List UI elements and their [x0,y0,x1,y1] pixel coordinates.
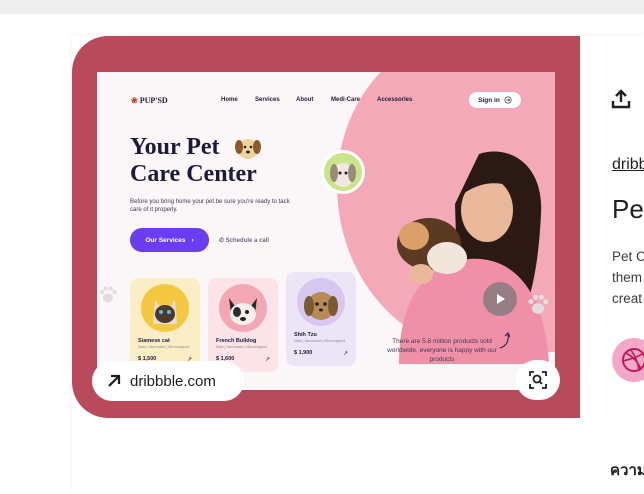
mockup-stat-text: There are 5.8 million products sold worl… [387,338,497,363]
nav-about: About [296,97,314,103]
description-line: creat [612,291,643,306]
nav-services: Services [255,97,280,103]
visual-search-button[interactable] [516,360,560,400]
product-meta: Male | Vaccinated | Microchipped [294,339,346,343]
pin-description: Pet C them creat [612,246,644,309]
shih-tzu-photo [297,278,345,326]
hero-title-line2: Care Center [130,161,257,187]
nav-accessories: Accessories [377,97,413,103]
visual-search-icon [529,371,547,389]
product-meta: Male | Vaccinated | Microchipped [216,345,268,349]
product-name: Siamese cat [138,338,170,344]
source-label: dribbble.com [130,372,216,390]
nav-medicare: Medi-Care [331,97,361,103]
paw-logo-icon: ❀ [131,96,138,105]
share-icon[interactable] [610,88,632,110]
source-domain-link[interactable]: dribb [612,156,644,174]
arrow-up-right-icon: ↗ [264,357,270,363]
description-line: Pet C [612,249,644,264]
play-icon [497,294,505,304]
chevron-right-icon: › [191,236,194,244]
woman-with-puppy-photo [397,151,549,364]
product-card: Siamese cat Male | Vaccinated | Microchi… [130,278,200,372]
browser-top-strip [0,0,644,14]
nav-home: Home [221,97,238,103]
schedule-label: Schedule a call [225,238,270,244]
mockup-hero-subtitle: Before you bring home your pet.be sure y… [130,199,290,213]
mockup-services-button: Our Services › [130,228,209,252]
product-card: French Bulldog Male | Vaccinated | Micro… [208,278,278,372]
play-video-button [483,282,517,316]
comments-heading: ความ [610,462,644,479]
curved-arrow-icon [499,332,511,349]
paw-print-icon [99,286,117,303]
french-bulldog-photo [219,284,267,332]
source-link-button[interactable]: dribbble.com [92,361,244,401]
siamese-cat-photo [141,284,189,332]
product-name: Shih Tzu [294,332,317,338]
services-label: Our Services [145,236,186,244]
dribbble-ball-icon [622,348,644,372]
product-meta: Male | Vaccinated | Microchipped [138,345,190,349]
paw-print-icon [528,294,549,314]
arrow-up-right-icon [108,374,121,387]
dog-face-icon [235,139,261,159]
mockup-logo: ❀ PUP'SD [131,96,168,105]
mockup-signin-button: Sign in [469,92,521,108]
product-price: $ 1,900 [294,350,313,356]
arrow-up-right-icon: ↗ [342,351,348,357]
description-line: them [612,270,643,285]
website-mockup: ❀ PUP'SD Home Services About Medi-Care Ac… [97,72,555,390]
product-card: Shih Tzu Male | Vaccinated | Microchippe… [286,272,356,366]
mockup-schedule-call: ✆ Schedule a call [219,237,269,244]
arrow-right-circle-icon [504,96,512,104]
pin-title: Pe [612,194,644,224]
phone-icon: ✆ [219,238,225,244]
signin-label: Sign in [478,96,500,104]
product-name: French Bulldog [216,338,257,344]
